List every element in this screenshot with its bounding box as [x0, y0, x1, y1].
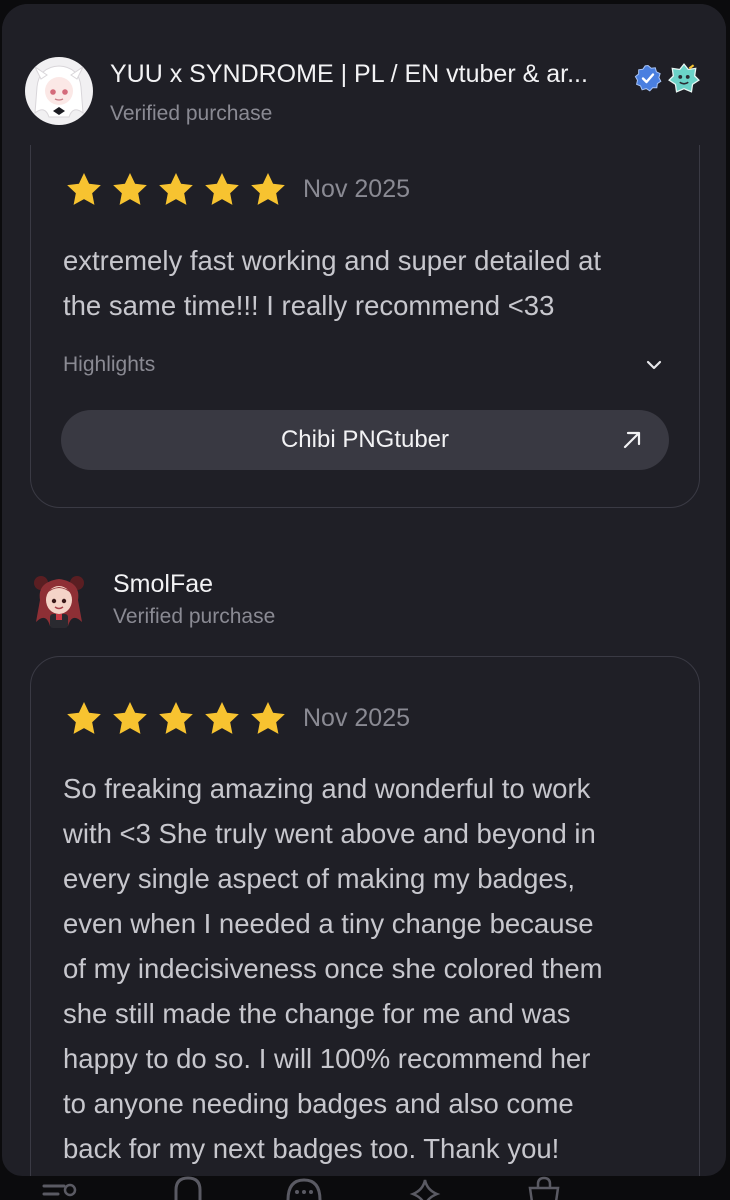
- review-card: Nov 2025 extremely fast working and supe…: [30, 84, 700, 508]
- reviewer-avatar[interactable]: [25, 57, 93, 125]
- bell-icon[interactable]: [168, 1176, 208, 1200]
- reviewer-name[interactable]: SmolFae: [113, 570, 213, 599]
- star-icon: [67, 173, 101, 205]
- verified-purchase-label: Verified purchase: [113, 605, 276, 628]
- app-frame: Nov 2025 So freaking amazing and wonderf…: [0, 0, 730, 1200]
- verified-check-icon: [634, 64, 662, 92]
- menu-list-icon[interactable]: [42, 1176, 82, 1200]
- arrow-up-right-icon: [623, 431, 641, 449]
- review-text: So freaking amazing and wonderful to wor…: [63, 773, 603, 1164]
- star-icon: [159, 702, 193, 734]
- sparkle-icon[interactable]: [405, 1176, 445, 1200]
- reviewer-header: YUU x SYNDROME | PL / EN vtuber & ar... …: [2, 4, 726, 145]
- star-icon: [251, 173, 285, 205]
- star-icon: [159, 173, 193, 205]
- chibi-avatar-icon: [33, 65, 85, 118]
- chibi-avatar-icon: [34, 576, 84, 628]
- star-icon: [205, 702, 239, 734]
- highlights-toggle-label[interactable]: Highlights: [63, 353, 155, 377]
- star-rating: [63, 170, 289, 210]
- review-date: Nov 2025: [303, 175, 411, 203]
- reviewer-name[interactable]: YUU x SYNDROME | PL / EN vtuber & ar...: [110, 60, 588, 89]
- review-date: Nov 2025: [303, 704, 411, 732]
- star-rating: [63, 699, 289, 739]
- star-icon: [113, 173, 147, 205]
- chevron-down-icon[interactable]: [644, 355, 664, 375]
- review-card: Nov 2025 So freaking amazing and wonderf…: [30, 656, 700, 1176]
- sticker-badge-icon: [668, 63, 700, 93]
- shopping-bag-icon[interactable]: [524, 1176, 564, 1200]
- verified-purchase-label: Verified purchase: [110, 102, 273, 125]
- product-name: Chibi PNGtuber: [280, 426, 450, 453]
- star-icon: [113, 702, 147, 734]
- reviews-sheet[interactable]: Nov 2025 So freaking amazing and wonderf…: [2, 4, 726, 1176]
- star-icon: [205, 173, 239, 205]
- reviewer-avatar[interactable]: [28, 570, 90, 632]
- bottom-tab-bar: [0, 1176, 730, 1200]
- review-text: extremely fast working and super detaile…: [63, 245, 602, 321]
- product-link-button[interactable]: Chibi PNGtuber: [61, 410, 669, 470]
- star-icon: [67, 702, 101, 734]
- star-icon: [251, 702, 285, 734]
- chat-bubble-icon[interactable]: [284, 1176, 324, 1200]
